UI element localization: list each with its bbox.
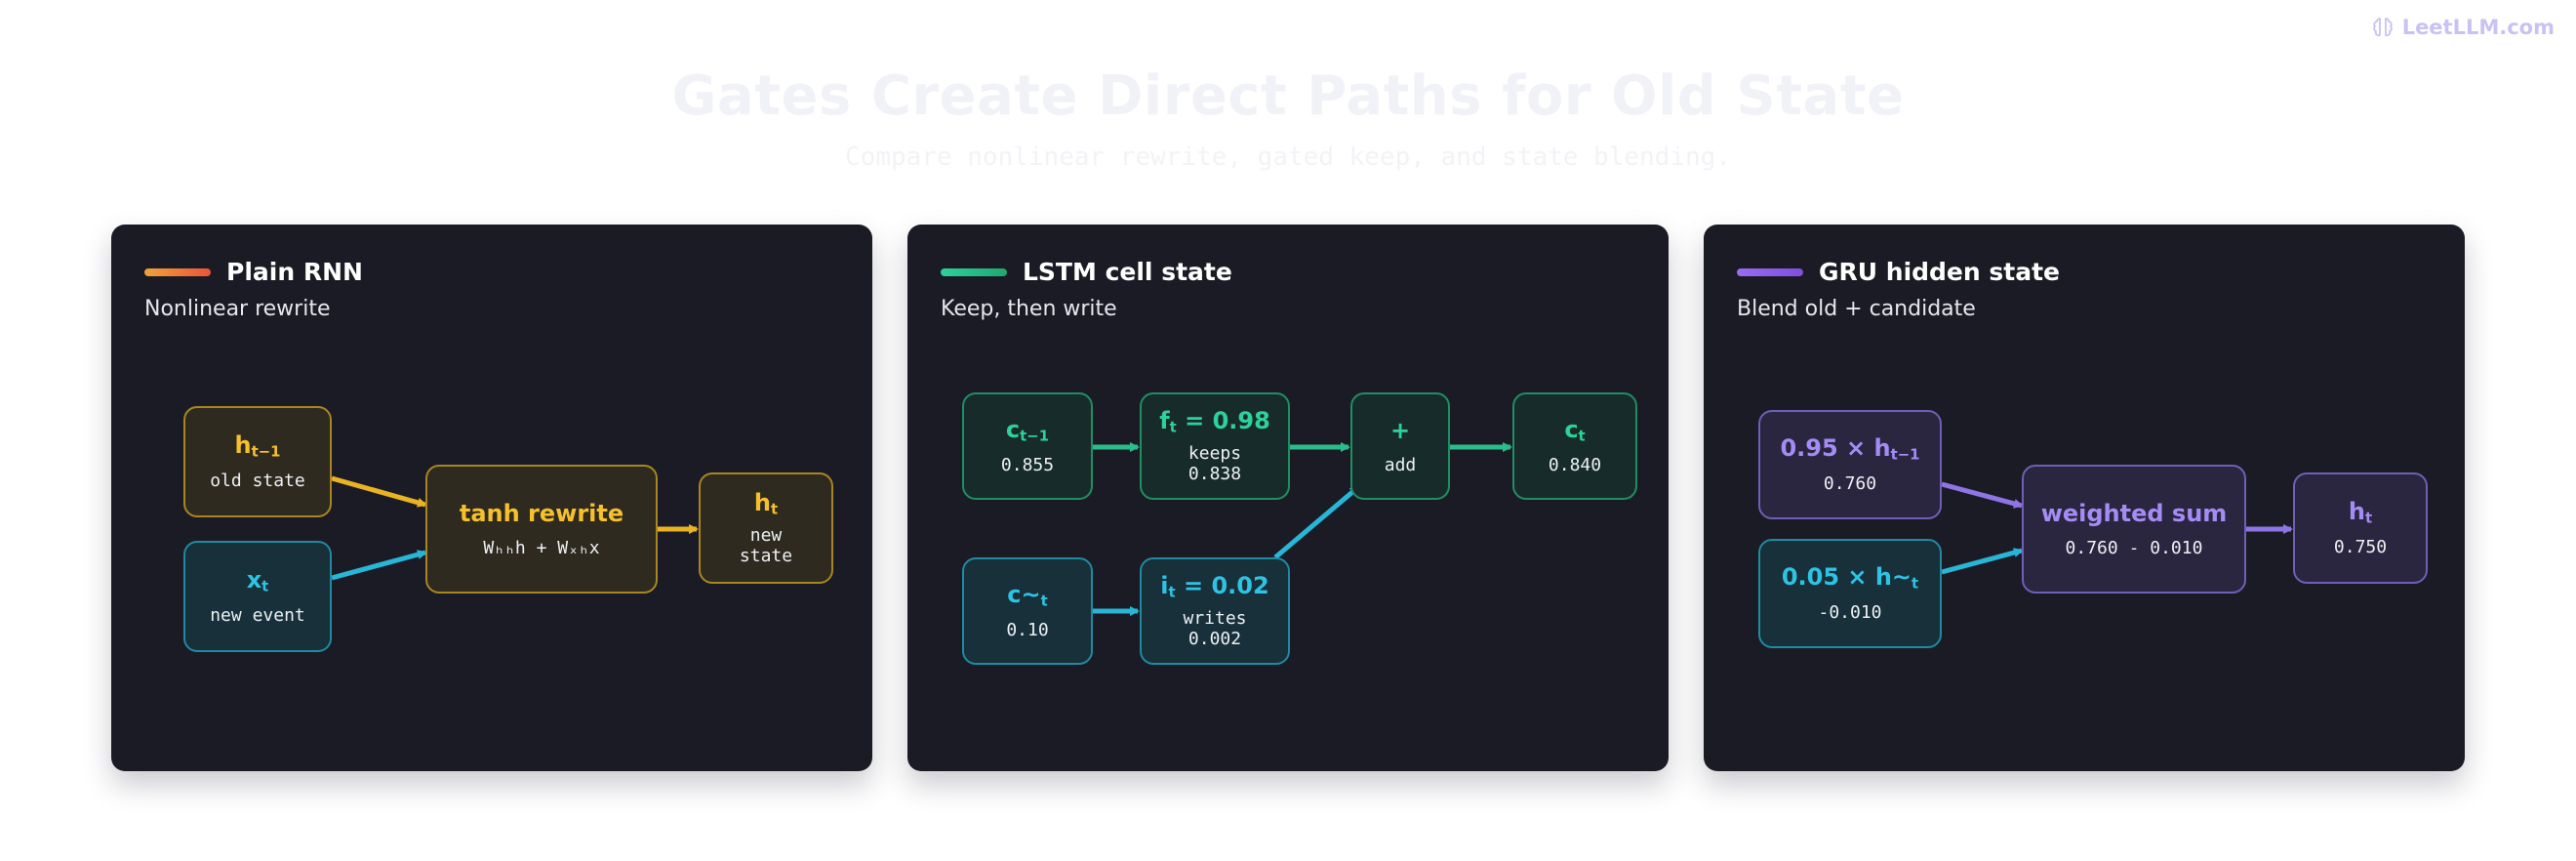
arrow-hprev-to-rewrite (331, 475, 427, 508)
node-h-prev: ht−1 old state (183, 406, 332, 517)
page-subtitle: Compare nonlinear rewrite, gated keep, a… (845, 143, 1731, 172)
node-c-candidate: c~t 0.10 (962, 557, 1093, 665)
node-h-new: ht 0.750 (2293, 472, 2428, 584)
brain-icon (2372, 18, 2393, 37)
panel-plain-rnn: Plain RNN Nonlinear rewrite ht−1 old sta… (111, 225, 872, 771)
node-weighted-sum: weighted sum 0.760 - 0.010 (2022, 465, 2246, 594)
panel-lstm: LSTM cell state Keep, then write ct−1 0.… (907, 225, 1669, 771)
node-tanh-rewrite: tanh rewrite Wₕₕh + Wₓₕx (425, 465, 658, 594)
node-add: + add (1350, 392, 1450, 500)
arrow-cand-to-sum (1941, 548, 2024, 575)
node-input-gate: it = 0.02 writes 0.002 (1140, 557, 1290, 665)
brand[interactable]: LeetLLM.com (2371, 16, 2555, 39)
arrow-input-to-add (1273, 485, 1360, 559)
node-keep-old: 0.95 × ht−1 0.760 (1758, 410, 1942, 519)
page-title: Gates Create Direct Paths for Old State (671, 64, 1905, 128)
node-c-new: ct 0.840 (1512, 392, 1637, 500)
arrow-keep-to-sum (1941, 481, 2024, 509)
brand-name: LeetLLM.com (2401, 16, 2555, 39)
node-candidate: 0.05 × h~t -0.010 (1758, 539, 1942, 648)
panel-gru: GRU hidden state Blend old + candidate 0… (1704, 225, 2465, 771)
node-x: xt new event (183, 541, 332, 652)
node-c-prev: ct−1 0.855 (962, 392, 1093, 500)
node-h-new: ht new state (699, 472, 833, 584)
node-forget-gate: ft = 0.98 keeps 0.838 (1140, 392, 1290, 500)
arrow-x-to-rewrite (331, 550, 427, 581)
